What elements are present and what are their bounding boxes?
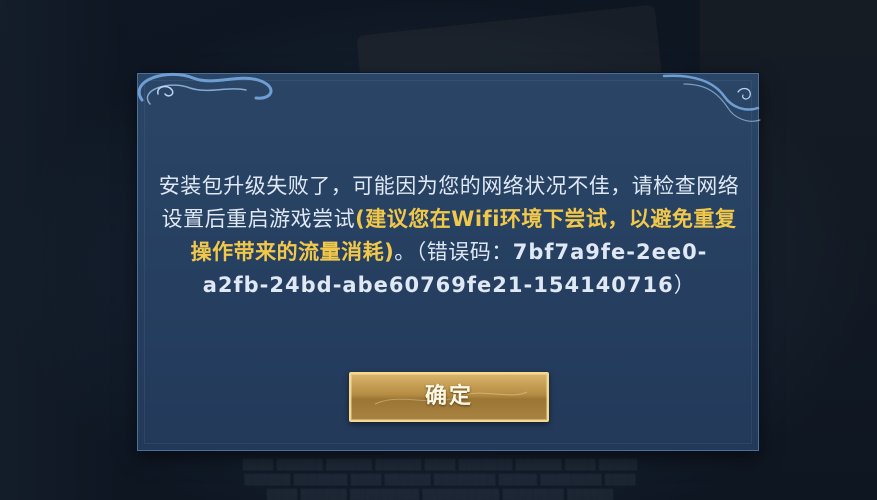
corner-swirl-icon <box>662 74 761 122</box>
confirm-button[interactable]: 确定 <box>349 372 549 422</box>
error-dialog: 安装包升级失败了，可能因为您的网络状况不佳，请检查网络设置后重启游戏尝试(建议您… <box>137 73 761 451</box>
error-code-suffix: ） <box>673 273 696 297</box>
cloud-swirl-icon <box>137 73 273 105</box>
error-code-prefix: 。（错误码： <box>394 240 513 264</box>
confirm-label: 确定 <box>424 384 473 409</box>
error-message: 安装包升级失败了，可能因为您的网络状况不佳，请检查网络设置后重启游戏尝试(建议您… <box>158 170 740 302</box>
game-screen: ▒▒▒▒ ▒▒▒▒▒▒ ▒▒▒▒▒▒ ▒▒▒▒▒▒ ▒▒▒▒ ▒▒▒▒▒▒▒ ▒… <box>0 0 877 500</box>
faded-legal-footer: ▒▒▒▒ ▒▒▒▒▒▒ ▒▒▒▒▒▒ ▒▒▒▒▒▒ ▒▒▒▒ ▒▒▒▒▒▒▒ ▒… <box>242 460 638 500</box>
